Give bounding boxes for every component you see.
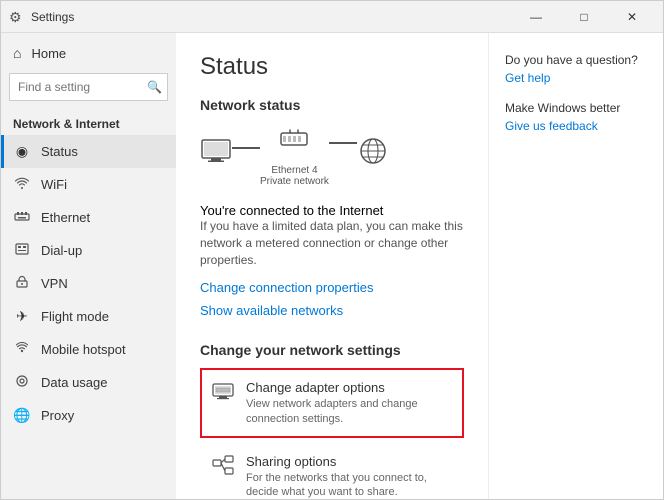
- sidebar-item-proxy[interactable]: 🌐 Proxy: [1, 399, 176, 432]
- adapter-content: Change adapter options View network adap…: [246, 380, 452, 426]
- dialup-icon: [13, 242, 31, 259]
- sidebar-section-title: Network & Internet: [1, 109, 176, 135]
- give-feedback-link[interactable]: Give us feedback: [505, 119, 647, 133]
- sidebar-item-label: Data usage: [41, 375, 108, 390]
- change-section-title: Change your network settings: [200, 342, 464, 358]
- router-icon: [278, 125, 310, 160]
- sidebar-item-label: Ethernet: [41, 210, 90, 225]
- sharing-content: Sharing options For the networks that yo…: [246, 454, 452, 499]
- diagram-router: Ethernet 4 Private network: [260, 125, 329, 187]
- network-diagram: Ethernet 4 Private network: [200, 125, 464, 187]
- home-icon: ⌂: [13, 45, 21, 61]
- internet-icon: [357, 137, 389, 172]
- sidebar-item-mobilehotspot[interactable]: Mobile hotspot: [1, 333, 176, 366]
- flightmode-icon: ✈: [13, 308, 31, 325]
- window-controls: — □ ✕: [513, 1, 655, 33]
- sidebar-item-ethernet[interactable]: Ethernet: [1, 201, 176, 234]
- sidebar-item-label: Dial-up: [41, 243, 82, 258]
- right-panel: Do you have a question? Get help Make Wi…: [488, 33, 663, 499]
- diagram-line-1: [232, 147, 260, 149]
- change-adapter-item[interactable]: Change adapter options View network adap…: [200, 368, 464, 438]
- window-icon: ⚙: [9, 9, 25, 25]
- sidebar-item-label: Flight mode: [41, 309, 109, 324]
- sidebar-item-label: VPN: [41, 276, 68, 291]
- title-bar: ⚙ Settings — □ ✕: [1, 1, 663, 33]
- search-input[interactable]: [9, 73, 168, 101]
- sidebar-item-flightmode[interactable]: ✈ Flight mode: [1, 300, 176, 333]
- close-button[interactable]: ✕: [609, 1, 655, 33]
- sidebar: ⌂ Home 🔍 Network & Internet ◉ Status: [1, 33, 176, 499]
- connected-desc: If you have a limited data plan, you can…: [200, 218, 464, 268]
- change-connection-link[interactable]: Change connection properties: [200, 280, 373, 295]
- main-content: Status Network status: [176, 33, 488, 499]
- adapter-icon: [212, 381, 234, 406]
- proxy-icon: 🌐: [13, 407, 31, 424]
- maximize-button[interactable]: □: [561, 1, 607, 33]
- sharing-title: Sharing options: [246, 454, 452, 469]
- sidebar-item-label: WiFi: [41, 177, 67, 192]
- sidebar-item-vpn[interactable]: VPN: [1, 267, 176, 300]
- diagram-network-label: Private network: [260, 176, 329, 187]
- network-status-title: Network status: [200, 97, 464, 113]
- settings-window: ⚙ Settings — □ ✕ ⌂ Home 🔍 Network & Inte…: [0, 0, 664, 500]
- sidebar-item-wifi[interactable]: WiFi: [1, 168, 176, 201]
- right-question: Do you have a question?: [505, 53, 647, 67]
- sharing-desc: For the networks that you connect to, de…: [246, 471, 452, 499]
- window-title: Settings: [31, 10, 513, 24]
- sidebar-item-datausage[interactable]: Data usage: [1, 366, 176, 399]
- show-networks-link[interactable]: Show available networks: [200, 303, 343, 318]
- diagram-computer: [200, 137, 232, 175]
- diagram-device-label: Ethernet 4: [271, 165, 317, 176]
- search-box: 🔍: [9, 73, 168, 101]
- get-help-link[interactable]: Get help: [505, 71, 647, 85]
- diagram-internet: [357, 137, 389, 175]
- minimize-button[interactable]: —: [513, 1, 559, 33]
- diagram-line-2: [329, 142, 357, 144]
- sharing-icon: [212, 455, 234, 480]
- content-area: ⌂ Home 🔍 Network & Internet ◉ Status: [1, 33, 663, 499]
- ethernet-icon: [13, 209, 31, 226]
- sidebar-item-dialup[interactable]: Dial-up: [1, 234, 176, 267]
- status-icon: ◉: [13, 143, 31, 160]
- sidebar-home[interactable]: ⌂ Home: [1, 37, 176, 69]
- search-icon: 🔍: [147, 80, 162, 94]
- sidebar-item-status[interactable]: ◉ Status: [1, 135, 176, 168]
- sidebar-item-label: Mobile hotspot: [41, 342, 126, 357]
- sidebar-item-label: Proxy: [41, 408, 74, 423]
- sidebar-item-label: Status: [41, 144, 78, 159]
- hotspot-icon: [13, 341, 31, 358]
- adapter-desc: View network adapters and change connect…: [246, 397, 452, 426]
- connected-title: You're connected to the Internet: [200, 203, 464, 218]
- home-label: Home: [31, 46, 66, 61]
- wifi-icon: [13, 176, 31, 193]
- datausage-icon: [13, 374, 31, 391]
- adapter-title: Change adapter options: [246, 380, 452, 395]
- sharing-options-item[interactable]: Sharing options For the networks that yo…: [200, 442, 464, 499]
- vpn-icon: [13, 275, 31, 292]
- computer-icon: [200, 137, 232, 172]
- page-title: Status: [200, 53, 464, 81]
- feedback-title: Make Windows better: [505, 101, 647, 115]
